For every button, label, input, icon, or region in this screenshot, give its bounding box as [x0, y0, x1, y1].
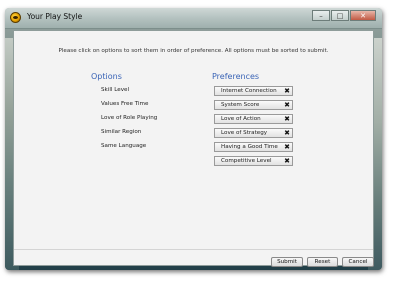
window-frame: Your Play Style – □ ✕ Please click on op…: [5, 8, 382, 270]
instruction-text: Please click on options to sort them in …: [58, 48, 329, 54]
window-title: Your Play Style: [27, 12, 83, 21]
cancel-button[interactable]: Cancel: [342, 257, 374, 267]
remove-icon[interactable]: ✖: [284, 101, 290, 109]
title-bar[interactable]: Your Play Style – □ ✕: [5, 8, 382, 29]
maximize-button[interactable]: □: [331, 10, 349, 21]
preference-label: Having a Good Time: [221, 144, 278, 150]
screenshot: Your Play Style – □ ✕ Please click on op…: [0, 0, 395, 284]
option-similar-region[interactable]: Similar Region: [101, 129, 141, 135]
option-skill-level[interactable]: Skill Level: [101, 87, 129, 93]
preference-label: Love of Action: [221, 116, 261, 122]
preference-competitive-level[interactable]: Competitive Level ✖: [214, 156, 293, 166]
remove-icon[interactable]: ✖: [284, 87, 290, 95]
remove-icon[interactable]: ✖: [284, 129, 290, 137]
preferences-header: Preferences: [212, 72, 260, 81]
close-button[interactable]: ✕: [350, 10, 376, 21]
remove-icon[interactable]: ✖: [284, 157, 290, 165]
preference-internet-connection[interactable]: Internet Connection ✖: [214, 86, 293, 96]
preference-love-of-strategy[interactable]: Love of Strategy ✖: [214, 128, 293, 138]
remove-icon[interactable]: ✖: [284, 115, 290, 123]
preference-having-a-good-time[interactable]: Having a Good Time ✖: [214, 142, 293, 152]
minimize-button[interactable]: –: [312, 10, 330, 21]
preference-system-score[interactable]: System Score ✖: [214, 100, 293, 110]
preference-label: Love of Strategy: [221, 130, 268, 136]
dialog-content: Please click on options to sort them in …: [13, 30, 374, 267]
option-love-of-role-playing[interactable]: Love of Role Playing: [101, 115, 157, 121]
app-icon: [10, 12, 21, 23]
preference-label: Competitive Level: [221, 158, 272, 164]
divider: [14, 249, 373, 250]
reset-button[interactable]: Reset: [307, 257, 338, 267]
preference-love-of-action[interactable]: Love of Action ✖: [214, 114, 293, 124]
preference-label: System Score: [221, 102, 260, 108]
options-header: Options: [91, 72, 122, 81]
option-same-language[interactable]: Same Language: [101, 143, 146, 149]
window-controls: – □ ✕: [312, 10, 376, 21]
preference-label: Internet Connection: [221, 88, 277, 94]
remove-icon[interactable]: ✖: [284, 143, 290, 151]
submit-button[interactable]: Submit: [271, 257, 303, 267]
option-values-free-time[interactable]: Values Free Time: [101, 101, 148, 107]
